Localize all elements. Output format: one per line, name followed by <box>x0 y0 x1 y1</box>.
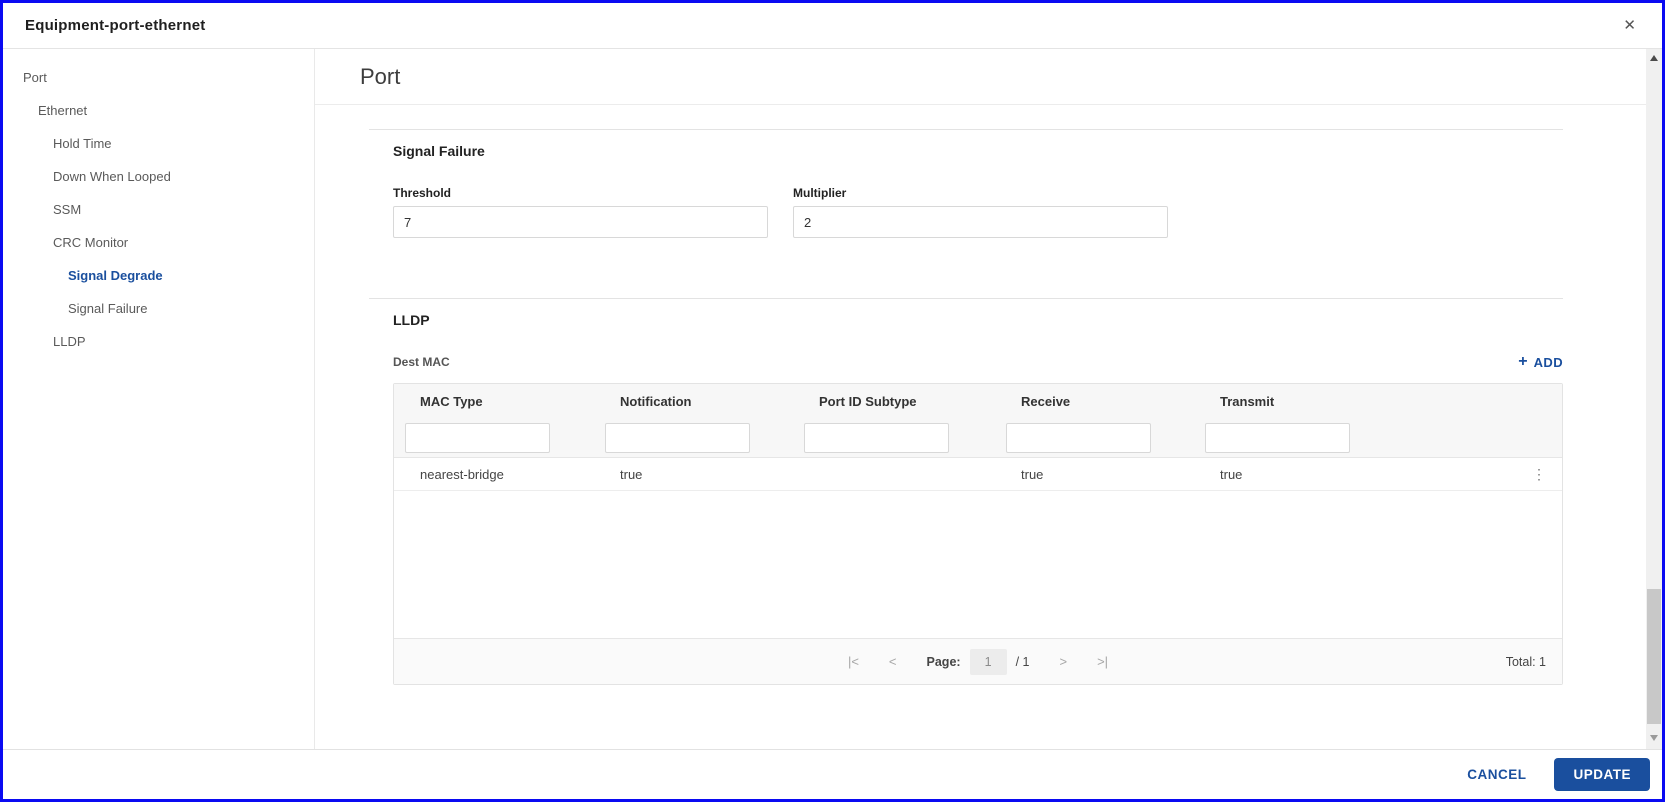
first-page-icon[interactable]: |< <box>848 654 859 669</box>
modal-body: Port Ethernet Hold Time Down When Looped SSM… <box>3 49 1662 749</box>
filter-input-notification[interactable] <box>605 422 750 453</box>
page-label: Page: <box>926 654 961 669</box>
section-title-lldp: LLDP <box>393 312 430 328</box>
column-header-mac-type: MAC Type <box>420 393 483 409</box>
sidebar-item-ssm[interactable]: SSM <box>3 193 314 226</box>
cell-notification: true <box>620 466 643 482</box>
cell-mac-type: nearest-bridge <box>420 466 504 482</box>
column-header-notification: Notification <box>620 393 692 409</box>
filter-input-receive[interactable] <box>1006 422 1151 453</box>
column-header-receive: Receive <box>1021 393 1071 409</box>
filter-input-transmit[interactable] <box>1205 422 1350 453</box>
sidebar-tree: Port Ethernet Hold Time Down When Looped SSM… <box>3 49 315 749</box>
scrollbar-thumb[interactable] <box>1647 589 1661 724</box>
sidebar-item-down-when-looped[interactable]: Down When Looped <box>3 160 314 193</box>
page-total-label: / 1 <box>1015 654 1030 669</box>
cancel-button[interactable]: CANCEL <box>1467 767 1526 782</box>
section-signal-failure: Signal Failure Threshold Multiplier <box>369 129 1563 238</box>
table-header-row: MAC Type Notification Port ID Subtype Recei… <box>394 384 1562 418</box>
page-title: Port <box>360 63 401 89</box>
table-row[interactable]: nearest-bridge true true true ⋮ <box>394 458 1562 491</box>
cell-receive: true <box>1021 466 1044 482</box>
equipment-port-ethernet-modal: Equipment-port-ethernet ✕ Port Ethernet Ho… <box>0 0 1665 802</box>
row-actions-kebab-icon[interactable]: ⋮ <box>1532 467 1546 481</box>
sidebar-item-crc-monitor[interactable]: CRC Monitor <box>3 226 314 259</box>
scroll-down-icon[interactable] <box>1650 735 1658 741</box>
plus-icon: + <box>1518 353 1528 370</box>
multiplier-label: Multiplier <box>793 186 847 200</box>
column-header-port-id-subtype: Port ID Subtype <box>819 393 917 409</box>
page-number-input[interactable]: 1 <box>969 648 1007 675</box>
page-indicator: Page: 1 / 1 <box>926 648 1030 675</box>
multiplier-input[interactable] <box>793 206 1168 238</box>
sidebar-item-lldp[interactable]: LLDP <box>3 325 314 358</box>
table-filter-row <box>394 418 1562 458</box>
dest-mac-header-row: Dest MAC + ADD <box>393 354 1563 370</box>
add-button-label: ADD <box>1533 354 1563 370</box>
titlebar: Equipment-port-ethernet ✕ <box>3 3 1662 49</box>
update-button[interactable]: UPDATE <box>1554 758 1650 791</box>
sidebar-item-ethernet[interactable]: Ethernet <box>3 94 314 127</box>
pagination-controls: |< < Page: 1 / 1 > >| <box>848 648 1108 675</box>
scroll-up-icon[interactable] <box>1650 55 1658 61</box>
next-page-icon[interactable]: > <box>1059 654 1067 669</box>
footer-action-bar: CANCEL UPDATE <box>3 749 1662 799</box>
filter-input-mac-type[interactable] <box>405 422 550 453</box>
close-icon[interactable]: ✕ <box>1619 14 1640 37</box>
dest-mac-table: MAC Type Notification Port ID Subtype Recei… <box>393 383 1563 685</box>
add-button[interactable]: + ADD <box>1518 354 1563 370</box>
prev-page-icon[interactable]: < <box>889 654 897 669</box>
sidebar-item-port[interactable]: Port <box>3 61 314 94</box>
signal-failure-fields: Threshold Multiplier <box>393 186 1563 238</box>
column-header-transmit: Transmit <box>1220 393 1275 409</box>
threshold-field: Threshold <box>393 186 768 238</box>
vertical-scrollbar[interactable] <box>1646 49 1662 749</box>
table-pagination-bar: |< < Page: 1 / 1 > >| Total: 1 <box>394 638 1562 684</box>
sidebar-item-hold-time[interactable]: Hold Time <box>3 127 314 160</box>
content-header: Port <box>315 49 1646 105</box>
total-count: Total: 1 <box>1505 654 1546 669</box>
table-empty-space <box>394 491 1562 638</box>
threshold-input[interactable] <box>393 206 768 238</box>
sidebar-item-signal-failure[interactable]: Signal Failure <box>3 292 314 325</box>
last-page-icon[interactable]: >| <box>1097 654 1108 669</box>
multiplier-field: Multiplier <box>793 186 1168 238</box>
main-content: Port Signal Failure Threshold Multiplier <box>315 49 1646 749</box>
window-title: Equipment-port-ethernet <box>25 17 206 34</box>
filter-input-port-id-subtype[interactable] <box>804 422 949 453</box>
cell-transmit: true <box>1220 466 1243 482</box>
content-scroll-area: Signal Failure Threshold Multiplier LLD <box>315 105 1646 749</box>
threshold-label: Threshold <box>393 186 452 200</box>
section-lldp: LLDP Dest MAC + ADD MAC Type Notification… <box>369 298 1563 685</box>
sidebar-item-signal-degrade[interactable]: Signal Degrade <box>3 259 314 292</box>
section-title-signal-failure: Signal Failure <box>393 143 485 159</box>
dest-mac-label: Dest MAC <box>393 355 450 369</box>
